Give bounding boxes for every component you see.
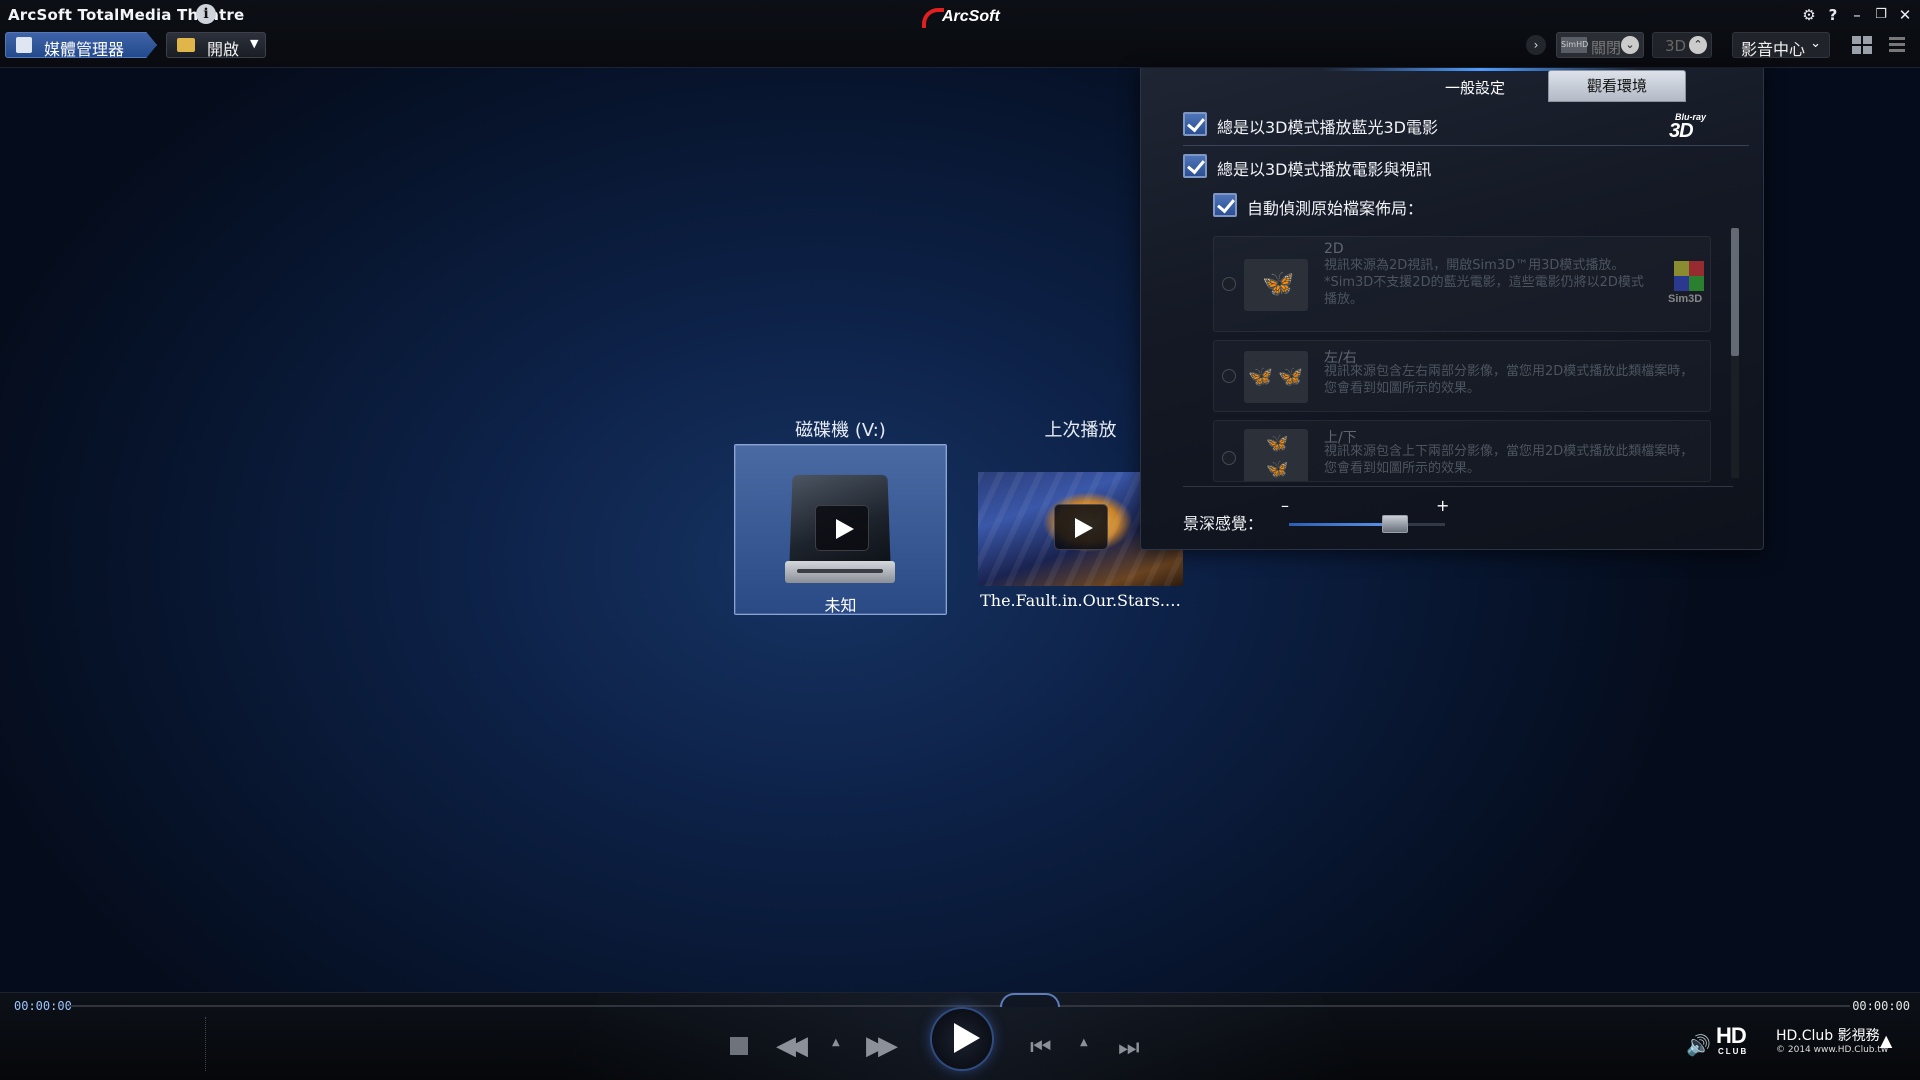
mountain-logo-icon: ▲: [1880, 1031, 1893, 1050]
divider: [205, 1017, 206, 1071]
mode-2d-desc: 視訊來源為2D視訊，開啟Sim3D™用3D模式播放。*Sim3D不支援2D的藍光…: [1324, 258, 1644, 307]
next-chapter-button[interactable]: ⏭: [1118, 1033, 1140, 1061]
media-center-dropdown[interactable]: 影音中心 ⌄: [1732, 32, 1830, 59]
chapter-menu-icon[interactable]: ▲: [1080, 1037, 1088, 1048]
separator: [1183, 486, 1733, 487]
play-overlay-icon: [815, 505, 869, 551]
watermark-text: HD.Club 影視務: [1776, 1028, 1880, 1044]
title-bar: ArcSoft TotalMedia Theatre i ArcSoft ⚙ ?…: [0, 0, 1920, 68]
3d-mode-label: 3D: [1665, 37, 1687, 55]
depth-slider-thumb[interactable]: [1382, 515, 1409, 533]
depth-label: 景深感覺：: [1183, 514, 1264, 533]
elapsed-time: 00:00:00: [14, 999, 72, 1013]
mode-side-by-side-desc: 視訊來源包含左右兩部分影像，當您用2D模式播放此類檔案時，您會看到如圖所示的效果…: [1324, 364, 1694, 396]
bluray-3d-logo: Blu-ray 3D: [1669, 112, 1707, 142]
top-bottom-butterfly-icon: 🦋 🦋: [1244, 429, 1308, 481]
modes-scrollbar[interactable]: [1731, 228, 1739, 478]
drive-caption: 未知: [824, 596, 857, 615]
chevron-down-icon: ⌄: [1621, 36, 1639, 54]
watermark-url: © 2014 www.HD.Club.tw: [1776, 1045, 1889, 1055]
help-icon[interactable]: ?: [1824, 6, 1842, 24]
media-center-label: 影音中心: [1741, 40, 1806, 59]
total-time: 00:00:00: [1852, 999, 1910, 1013]
expand-arrow-button[interactable]: ›: [1526, 35, 1546, 55]
mode-side-by-side-radio[interactable]: [1222, 369, 1236, 383]
3d-settings-panel: 一般設定 觀看環境 總是以3D模式播放藍光3D電影 Blu-ray 3D 總是以…: [1140, 68, 1764, 550]
scrollbar-thumb[interactable]: [1731, 228, 1739, 356]
sim3d-logo: Sim3D: [1668, 261, 1710, 309]
simhd-badge: SimHD: [1561, 37, 1588, 53]
minimize-icon[interactable]: –: [1848, 6, 1866, 24]
play-button[interactable]: [932, 1009, 992, 1069]
separator: [1183, 145, 1749, 146]
rewind-speed-up-icon[interactable]: ▲: [832, 1037, 840, 1048]
always-3d-video-label: 總是以3D模式播放電影與視訊: [1217, 160, 1432, 179]
stop-button[interactable]: [730, 1037, 748, 1055]
mode-2d-radio[interactable]: [1222, 277, 1236, 291]
volume-icon[interactable]: 🔊: [1686, 1033, 1711, 1057]
always-3d-video-checkbox[interactable]: [1183, 154, 1207, 178]
media-manager-icon: [16, 37, 32, 53]
folder-icon: [177, 38, 195, 52]
seek-bar[interactable]: [70, 993, 1850, 1007]
seek-handle[interactable]: [1000, 993, 1060, 1007]
simhd-toggle[interactable]: SimHD 關閉 ⌄: [1556, 32, 1644, 58]
previous-chapter-button[interactable]: ⏮: [1030, 1033, 1052, 1061]
playback-bar: 00:00:00 00:00:00 ◀◀ ▲ ▶▶ ⏮ ▲ ⏭ 🔊 HD CLU…: [0, 992, 1920, 1080]
drive-tile[interactable]: 未知: [734, 444, 947, 615]
open-label: 開啟: [207, 40, 240, 59]
mode-top-bottom-desc: 視訊來源包含上下兩部分影像，當您用2D模式播放此類檔案時，您會看到如圖所示的效果…: [1324, 444, 1694, 476]
simhd-state: 關閉: [1591, 39, 1622, 57]
depth-minus-label: –: [1281, 496, 1289, 515]
auto-detect-layout-checkbox[interactable]: [1213, 193, 1237, 217]
depth-plus-label: +: [1436, 496, 1450, 515]
info-icon[interactable]: i: [196, 4, 216, 24]
mode-side-by-side-option[interactable]: 🦋 🦋 左/右 視訊來源包含左右兩部分影像，當您用2D模式播放此類檔案時，您會看…: [1213, 340, 1711, 412]
always-3d-bluray-label: 總是以3D模式播放藍光3D電影: [1217, 118, 1439, 137]
restore-icon[interactable]: ❐: [1872, 6, 1890, 24]
always-3d-bluray-checkbox[interactable]: [1183, 112, 1207, 136]
mode-top-bottom-radio[interactable]: [1222, 451, 1236, 465]
mode-2d-title: 2D: [1324, 241, 1344, 257]
chevron-up-icon: ⌃: [1689, 36, 1707, 54]
tab-viewing-environment[interactable]: 觀看環境: [1548, 70, 1686, 102]
close-icon[interactable]: ✕: [1896, 6, 1914, 24]
butterfly-icon: 🦋: [1244, 259, 1308, 311]
auto-detect-layout-label: 自動偵測原始檔案佈局：: [1247, 199, 1424, 218]
list-view-icon[interactable]: [1886, 34, 1908, 56]
media-manager-button[interactable]: 媒體管理器: [5, 32, 157, 58]
tab-general-settings[interactable]: 一般設定: [1427, 74, 1523, 102]
mode-top-bottom-option[interactable]: 🦋 🦋 上/下 視訊來源包含上下兩部分影像，當您用2D模式播放此類檔案時，您會看…: [1213, 420, 1711, 482]
media-manager-label: 媒體管理器: [44, 40, 125, 59]
mode-2d-option[interactable]: 🦋 2D 視訊來源為2D視訊，開啟Sim3D™用3D模式播放。*Sim3D不支援…: [1213, 236, 1711, 332]
grid-view-icon[interactable]: [1850, 34, 1874, 56]
open-button[interactable]: 開啟 ▼: [166, 32, 266, 59]
play-overlay-icon: [1054, 504, 1108, 550]
drive-heading: 磁碟機 (V:): [795, 420, 886, 441]
arcsoft-logo-text: ArcSoft: [942, 8, 1000, 25]
settings-gear-icon[interactable]: ⚙: [1800, 6, 1818, 24]
side-by-side-butterfly-icon: 🦋 🦋: [1244, 351, 1308, 403]
3d-mode-button[interactable]: 3D ⌃: [1652, 32, 1712, 58]
rewind-button[interactable]: ◀◀: [776, 1031, 808, 1061]
depth-slider-fill: [1289, 523, 1396, 526]
chevron-down-icon: ⌄: [1810, 36, 1821, 51]
recent-caption: The.Fault.in.Our.Stars.…: [980, 591, 1181, 610]
hdclub-logo: HD CLUB: [1716, 1023, 1749, 1056]
depth-slider[interactable]: [1289, 515, 1445, 533]
dropdown-arrow-icon: ▼: [250, 37, 259, 50]
fast-forward-button[interactable]: ▶▶: [866, 1031, 898, 1061]
